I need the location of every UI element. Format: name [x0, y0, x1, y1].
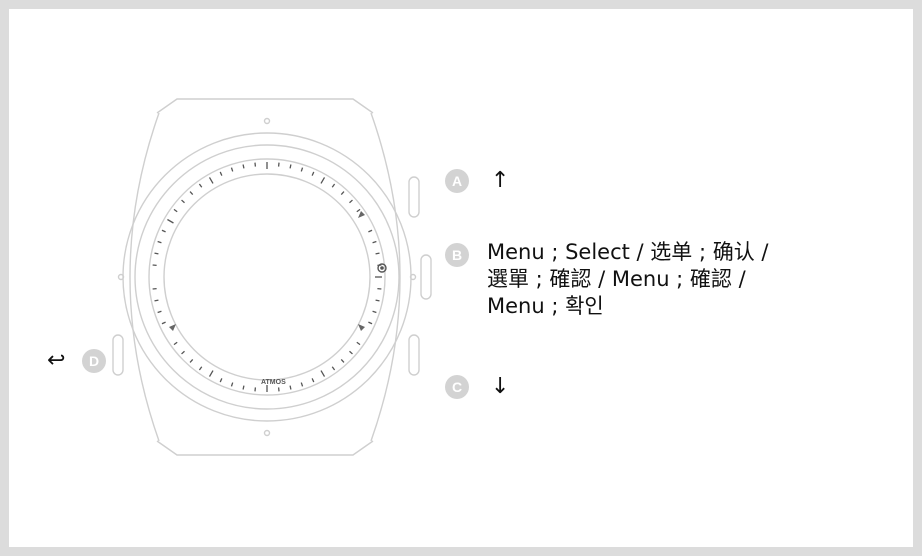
dial-tick: [300, 167, 304, 172]
button-b-badge: B: [445, 243, 469, 267]
dial-tick: [372, 310, 377, 314]
dial-ticks: [152, 162, 382, 392]
dial-tick: [331, 183, 336, 188]
dial-tick: [157, 310, 162, 314]
watch-bezel-inner: [134, 144, 400, 410]
dial-tick: [230, 167, 234, 172]
dial-tick: [173, 208, 178, 213]
dial-tick: [340, 191, 345, 195]
watch-lug-bottom: [156, 440, 374, 456]
dial-tick: [208, 370, 214, 377]
button-b-functions: Menu ; Select / 选单 ; 确认 / 選單 ; 確認 / Menu…: [487, 240, 769, 318]
watch-dial-ring: [148, 158, 386, 396]
dial-tick: [356, 341, 361, 346]
button-d-badge: D: [82, 349, 106, 373]
dial-tick: [208, 177, 214, 184]
dial-tick: [154, 299, 159, 302]
dial-tick: [289, 385, 292, 390]
pusher-c: [408, 334, 420, 376]
dial-tick: [300, 382, 304, 387]
dial-tick: [242, 164, 245, 169]
dial-tick: [230, 382, 234, 387]
dial-tick: [349, 350, 353, 355]
dial-tick: [311, 378, 315, 383]
dial-tick: [181, 350, 185, 355]
dial-tick: [289, 164, 292, 169]
dial-tick: [219, 378, 223, 383]
case-screw-bottom: [263, 429, 271, 437]
button-a-badge: A: [445, 169, 469, 193]
dial-tick: [189, 191, 194, 195]
dial-marker-triangle: [169, 324, 176, 331]
dial-tick: [157, 240, 162, 244]
dial-tick: [375, 299, 380, 302]
dial-tick: [189, 359, 194, 363]
case-screw-top: [263, 117, 271, 125]
arrow-down-icon: ↓: [491, 374, 510, 399]
dial-tick: [161, 229, 166, 233]
dial-tick: [356, 208, 361, 213]
back-arrow-icon: ↩: [47, 348, 66, 373]
watch-dial-inner: [163, 173, 371, 381]
dial-tick: [368, 229, 373, 233]
dial-tick: [167, 218, 174, 224]
dial-tick: [340, 359, 345, 363]
button-c-badge: C: [445, 375, 469, 399]
dial-tick: [375, 252, 380, 255]
dial-tick: [181, 199, 185, 204]
dial-tick: [368, 321, 373, 325]
dial-tick: [349, 199, 353, 204]
dial-tick: [331, 366, 336, 371]
dial-tick: [161, 321, 166, 325]
dial-tick: [198, 183, 203, 188]
arrow-up-icon: ↑: [491, 168, 510, 193]
dial-marker-triangle: [358, 324, 365, 331]
dial-tick: [320, 177, 326, 184]
brand-logo: ATMOS: [261, 379, 286, 386]
diagram-frame: ATMOS A ↑ B Menu ; Select / 选单 ; 确认 / 選單…: [9, 9, 913, 547]
dial-tick: [372, 240, 377, 244]
dial-tick: [198, 366, 203, 371]
dial-tick: [320, 370, 326, 377]
pusher-d: [112, 334, 124, 376]
dial-tick: [242, 385, 245, 390]
dial-tick: [173, 341, 178, 346]
dial-tick: [219, 171, 223, 176]
pusher-b: [420, 254, 432, 300]
watch-bezel-outer: [122, 132, 412, 422]
dial-marker-triangle: [358, 211, 365, 218]
watch-lug-top: [156, 98, 374, 114]
dial-tick: [154, 252, 159, 255]
dial-tick: [311, 171, 315, 176]
pusher-a: [408, 176, 420, 218]
